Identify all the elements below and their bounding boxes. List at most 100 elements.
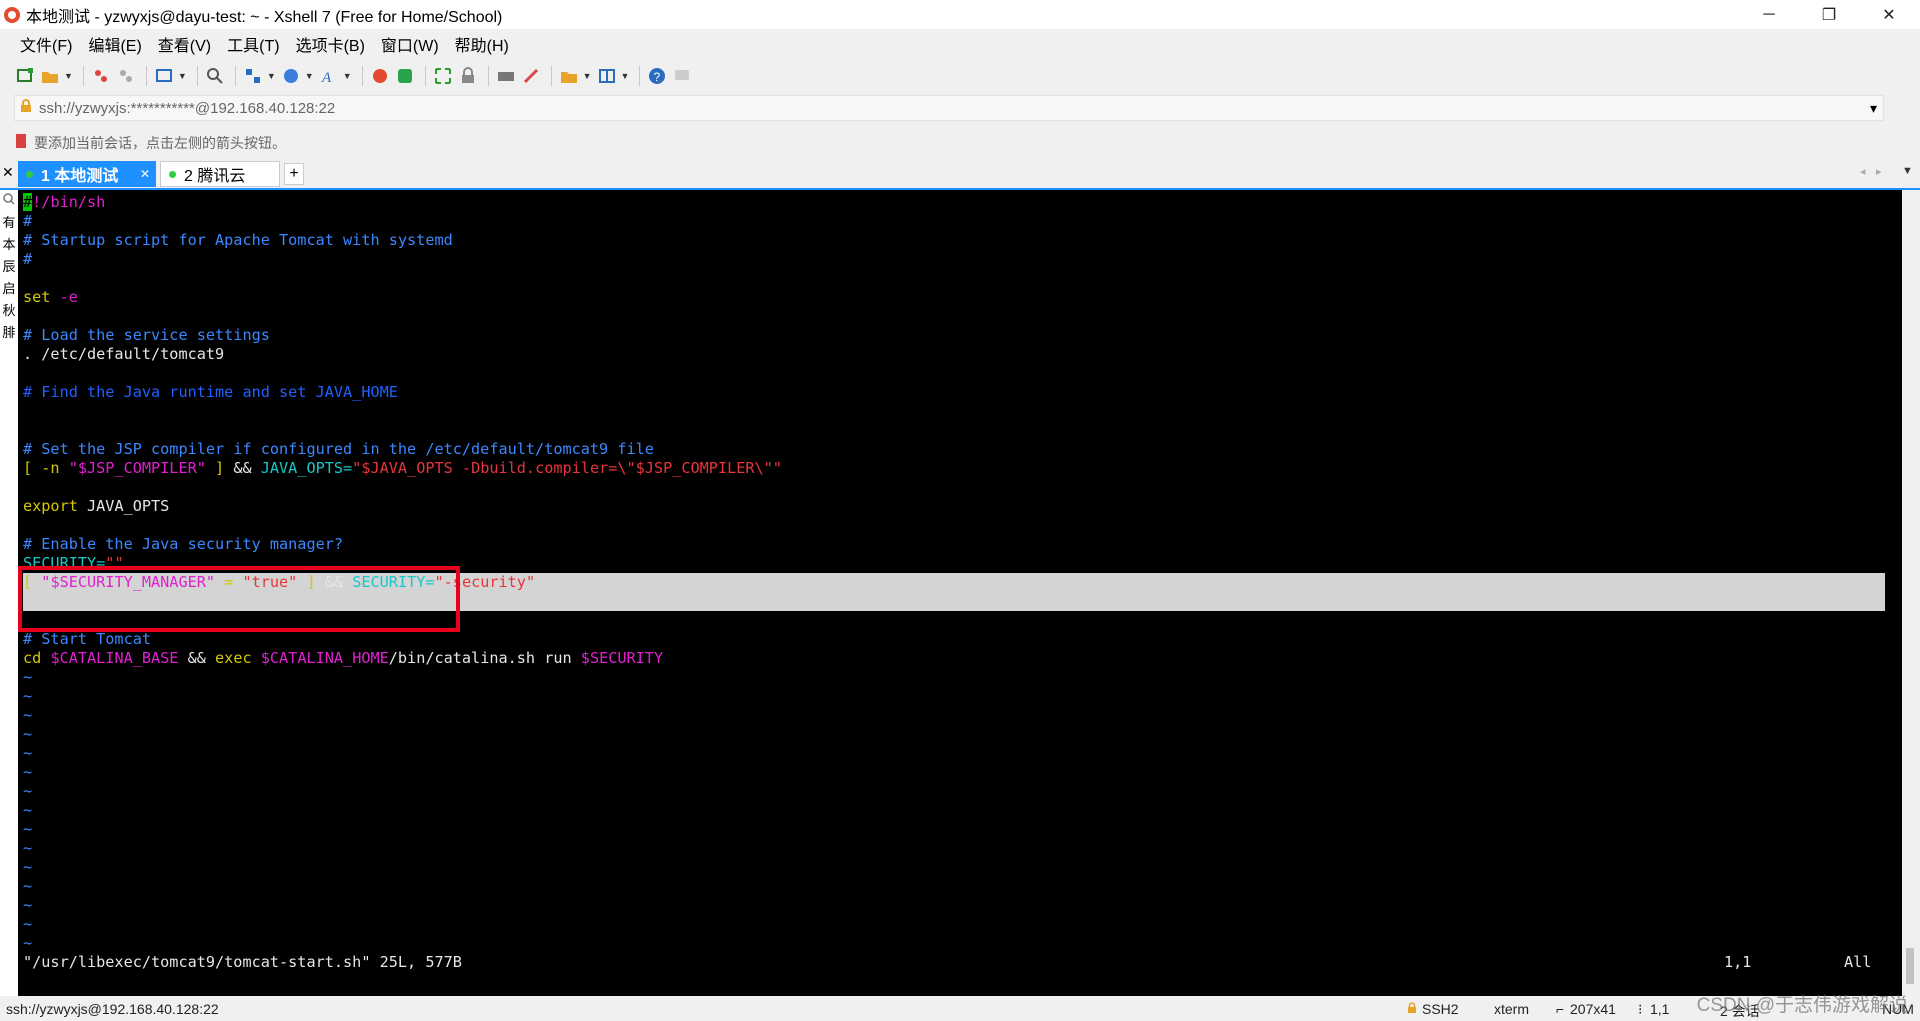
search-icon[interactable] <box>204 65 226 87</box>
red-annotation-box <box>18 566 460 632</box>
window-title: 本地测试 - yzwyxjs@dayu-test: ~ - Xshell 7 (… <box>26 8 503 26</box>
menu-tools[interactable]: 工具(T) <box>219 32 287 56</box>
toolbar-divider <box>234 66 236 86</box>
tab-scroll-right-icon[interactable]: ▸ <box>1876 165 1882 178</box>
address-bar[interactable]: ssh://yzwyxjs:***********@192.168.40.128… <box>14 95 1884 121</box>
chevron-down-icon[interactable]: ▼ <box>621 71 630 81</box>
tilde-line: ~ <box>23 915 33 933</box>
watermark: CSDN @于志伟游戏解说 <box>1696 995 1908 1016</box>
toolbar: ▼ ▼ ▼ ▼ A ▼ ▼ ▼ ? <box>0 59 1920 93</box>
new-session-icon[interactable] <box>14 65 36 87</box>
terminal-line: # Load the service settings <box>23 326 270 344</box>
chevron-down-icon[interactable]: ▾ <box>1870 100 1877 117</box>
open-folder-icon[interactable] <box>39 65 61 87</box>
status-terminal-type: xterm <box>1494 1001 1529 1017</box>
side-label: 本 <box>2 237 16 252</box>
minimize-button[interactable]: ─ <box>1746 0 1792 29</box>
terminal-line: set -e <box>23 288 78 306</box>
status-cursor: 1,1 <box>1650 1001 1670 1017</box>
menu-help[interactable]: 帮助(H) <box>447 32 517 56</box>
keyboard-icon[interactable] <box>495 65 517 87</box>
terminal-line: # Start Tomcat <box>23 630 152 648</box>
chevron-down-icon[interactable]: ▼ <box>305 71 314 81</box>
menu-view[interactable]: 查看(V) <box>150 32 219 56</box>
tab-tencent-cloud[interactable]: 2 腾讯云 <box>160 161 280 187</box>
menu-window[interactable]: 窗口(W) <box>373 32 447 56</box>
side-label: 秋 <box>2 303 16 318</box>
terminal-line: #!/bin/sh <box>23 193 106 211</box>
xftp-icon[interactable] <box>394 65 416 87</box>
chevron-down-icon[interactable]: ▼ <box>267 71 276 81</box>
tab-scroll-left-icon[interactable]: ◂ <box>1860 165 1866 178</box>
menu-edit[interactable]: 编辑(E) <box>80 32 149 56</box>
chevron-down-icon[interactable]: ▼ <box>178 71 187 81</box>
connect-icon[interactable] <box>90 65 112 87</box>
status-dot-icon <box>26 170 33 178</box>
menu-tab[interactable]: 选项卡(B) <box>288 32 373 56</box>
side-label: 有 <box>2 215 16 230</box>
add-tab-button[interactable]: + <box>284 163 304 185</box>
menu-file[interactable]: 文件(F) <box>12 32 80 56</box>
vim-status-position: 1,1 <box>1724 953 1752 971</box>
terminal-screen[interactable]: #!/bin/sh # # Startup script for Apache … <box>18 190 1902 996</box>
status-bar: ssh://yzwyxjs@192.168.40.128:22 SSH2 xte… <box>0 996 1920 1021</box>
terminal-line: [ -n "$JSP_COMPILER" ] && JAVA_OPTS="$JA… <box>23 459 782 477</box>
transfer-icon[interactable] <box>242 65 264 87</box>
bookmark-icon[interactable] <box>14 133 28 153</box>
cursor: # <box>23 193 33 211</box>
tilde-line: ~ <box>23 858 33 876</box>
hint-bar: 要添加当前会话，点击左侧的箭头按钮。 <box>14 131 1884 155</box>
resize-icon: ⌐ <box>1556 1001 1565 1017</box>
help-icon[interactable]: ? <box>646 65 668 87</box>
reconnect-icon[interactable] <box>153 65 175 87</box>
fullscreen-icon[interactable] <box>432 65 454 87</box>
status-protocol: SSH2 <box>1422 1001 1459 1017</box>
tab-label: 2 腾讯云 <box>184 168 246 185</box>
status-connection: ssh://yzwyxjs@192.168.40.128:22 <box>6 1001 219 1017</box>
pen-icon[interactable] <box>520 65 542 87</box>
close-panel-icon[interactable]: ✕ <box>2 164 14 181</box>
toolbar-divider <box>196 66 198 86</box>
terminal-line-selected: # Find the Java runtime and set JAVA_HOM… <box>23 383 398 401</box>
tilde-line: ~ <box>23 725 33 743</box>
tilde-line: ~ <box>23 687 33 705</box>
chat-icon[interactable] <box>671 65 693 87</box>
lock-icon[interactable] <box>457 65 479 87</box>
close-button[interactable]: ✕ <box>1866 0 1912 29</box>
disconnect-icon[interactable] <box>115 65 137 87</box>
toolbar-divider <box>145 66 147 86</box>
title-bar: 本地测试 - yzwyxjs@dayu-test: ~ - Xshell 7 (… <box>0 0 1920 29</box>
toolbar-divider <box>361 66 363 86</box>
terminal-line: # <box>23 250 33 268</box>
tab-local-test[interactable]: 1 本地测试 ✕ <box>18 161 156 187</box>
address-value[interactable]: ssh://yzwyxjs:***********@192.168.40.128… <box>39 100 335 117</box>
search-icon[interactable] <box>0 190 18 212</box>
terminal-scrollbar[interactable] <box>1902 190 1920 996</box>
side-label: 辰 <box>2 259 16 274</box>
status-size: 207x41 <box>1570 1001 1616 1017</box>
lock-icon <box>1406 1001 1418 1017</box>
chevron-down-icon[interactable]: ▼ <box>583 71 592 81</box>
vim-status-scroll: All <box>1844 953 1872 971</box>
add-folder-icon[interactable] <box>558 65 580 87</box>
chevron-down-icon[interactable]: ▼ <box>343 71 352 81</box>
tilde-line: ~ <box>23 763 33 781</box>
restore-button[interactable]: ❐ <box>1806 0 1852 29</box>
menu-bar: 文件(F) 编辑(E) 查看(V) 工具(T) 选项卡(B) 窗口(W) 帮助(… <box>0 29 1920 59</box>
toolbar-divider <box>424 66 426 86</box>
tab-label: 1 本地测试 <box>41 168 119 185</box>
terminal-line: export JAVA_OPTS <box>23 497 170 515</box>
session-side-panel: 有 本 辰 启 秋 腓 <box>0 190 18 1000</box>
xshell-icon[interactable] <box>369 65 391 87</box>
lock-icon <box>19 99 33 117</box>
terminal-line: # Startup script for Apache Tomcat with … <box>23 231 453 249</box>
vim-status-file: "/usr/libexec/tomcat9/tomcat-start.sh" 2… <box>23 953 462 971</box>
close-tab-icon[interactable]: ✕ <box>140 167 150 181</box>
layout-icon[interactable] <box>596 65 618 87</box>
font-icon[interactable]: A <box>318 65 340 87</box>
tab-menu-icon[interactable]: ▼ <box>1902 165 1913 177</box>
globe-icon[interactable] <box>280 65 302 87</box>
chevron-down-icon[interactable]: ▼ <box>64 71 73 81</box>
scrollbar-thumb[interactable] <box>1906 948 1914 984</box>
svg-text:?: ? <box>654 70 661 84</box>
